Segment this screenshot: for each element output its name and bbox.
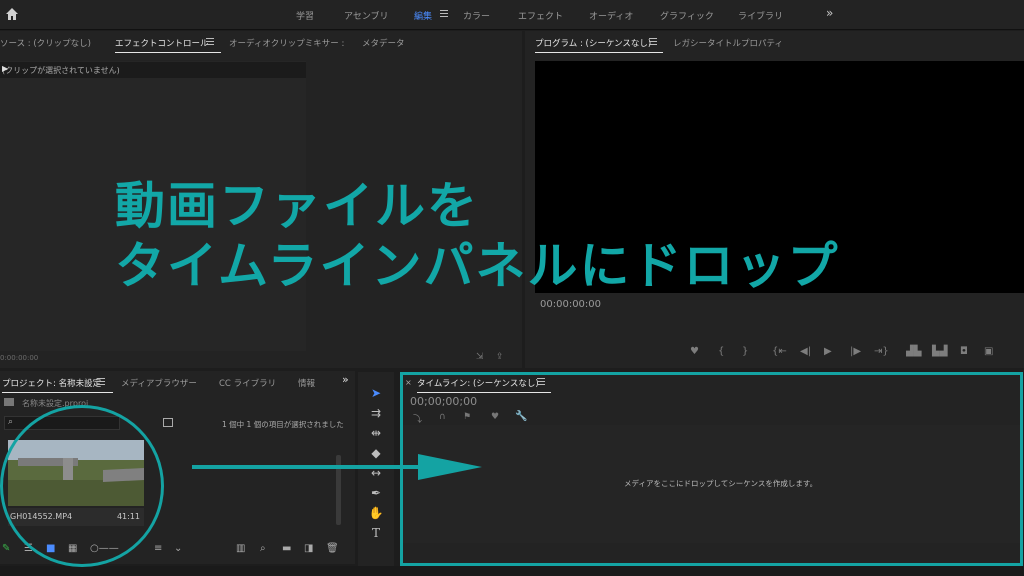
folder-icon	[4, 398, 14, 406]
type-tool-icon[interactable]: T	[368, 525, 384, 541]
pen-tool-icon[interactable]: ✒	[368, 485, 384, 501]
workspace-tab-effects[interactable]: エフェクト	[518, 9, 563, 22]
pencil-icon[interactable]: ✎	[2, 543, 10, 554]
tab-media-browser[interactable]: メディアブラウザー	[121, 377, 197, 389]
workspace-tab-graphics[interactable]: グラフィック	[660, 9, 714, 22]
tab-cc-libraries[interactable]: CC ライブラリ	[219, 377, 276, 389]
clip-highlight-circle	[0, 405, 164, 567]
instruction-line-2: タイムラインパネルにドロップ	[115, 237, 840, 295]
lift-icon[interactable]: ▟▙	[906, 346, 921, 357]
compare-icon[interactable]: ▣	[984, 346, 993, 357]
play-icon[interactable]: ▶	[824, 346, 832, 357]
project-panel-tabs: プロジェクト: 名称未設定 メディアブラウザー CC ライブラリ 情報 »	[0, 371, 355, 393]
tab-metadata[interactable]: メタデータ	[362, 37, 405, 49]
tab-effect-controls[interactable]: エフェクトコントロール	[115, 37, 220, 53]
new-bin-icon[interactable]: ▬	[282, 543, 291, 554]
mark-out-icon[interactable]: }	[742, 346, 748, 357]
home-icon[interactable]	[4, 6, 20, 22]
more-panels-button[interactable]: »	[342, 373, 349, 386]
workspace-bar: 学習 アセンブリ 編集 カラー エフェクト オーディオ グラフィック ライブラリ…	[0, 0, 1024, 30]
find-icon[interactable]: ⌕	[260, 543, 266, 554]
more-workspaces-button[interactable]: »	[826, 6, 833, 20]
play-triangle-icon[interactable]: ▶	[2, 64, 302, 73]
workspace-menu-icon[interactable]	[440, 10, 448, 17]
trash-icon[interactable]: 🗑	[326, 543, 339, 554]
tab-audio-clip-mixer[interactable]: オーディオクリップミキサー :	[229, 37, 344, 49]
effect-controls-header: (クリップが選択されていません) ▶	[0, 62, 306, 78]
status-bar	[0, 566, 1024, 576]
program-timecode: 00:00:00:00	[540, 299, 602, 310]
camera-icon[interactable]: ◘	[960, 346, 968, 357]
tab-info[interactable]: 情報	[298, 377, 315, 389]
panel-menu-icon[interactable]	[206, 38, 214, 45]
workspace-tab-learn[interactable]: 学習	[296, 9, 314, 22]
search-icon: ⌕	[8, 417, 14, 427]
tools-panel: ➤ ⇉ ⇹ ◆ ↔ ✒ ✋ T	[358, 372, 394, 576]
tab-program[interactable]: プログラム : (シーケンスなし)	[535, 37, 664, 53]
step-forward-icon[interactable]: |▶	[850, 346, 861, 357]
workspace-tab-assembly[interactable]: アセンブリ	[344, 9, 389, 22]
chevron-down-icon[interactable]: ⌄	[174, 543, 182, 554]
selection-info: 1 個中 1 個の項目が選択されました	[222, 420, 344, 429]
mark-in-icon[interactable]: {	[718, 346, 724, 357]
workspace-tab-libraries[interactable]: ライブラリ	[738, 9, 783, 22]
export-frame-icon[interactable]: ⇲	[476, 352, 484, 362]
workspace-tab-audio[interactable]: オーディオ	[589, 9, 633, 22]
tab-project[interactable]: プロジェクト: 名称未設定	[2, 377, 114, 393]
workspace-tab-color[interactable]: カラー	[463, 9, 490, 22]
go-to-out-icon[interactable]: ⇥}	[874, 346, 889, 357]
project-menu-icon[interactable]	[97, 378, 105, 385]
selection-tool-icon[interactable]: ➤	[368, 385, 384, 401]
drag-arrow-shaft	[192, 465, 422, 469]
new-search-bin-icon[interactable]	[163, 418, 173, 427]
automate-icon[interactable]: ▥	[236, 543, 245, 554]
tab-source[interactable]: ソース : (クリップなし)	[0, 37, 91, 49]
program-menu-icon[interactable]	[649, 38, 657, 45]
sort-icon[interactable]: ≡	[154, 543, 162, 554]
source-panel-tabs: ソース : (クリップなし) エフェクトコントロール オーディオクリップミキサー…	[0, 31, 522, 53]
source-timecode: 0:00:00:00	[0, 354, 39, 362]
tab-legacy-title-properties[interactable]: レガシータイトルプロパティ	[673, 37, 783, 49]
drag-arrow-head	[418, 454, 482, 480]
razor-tool-icon[interactable]: ◆	[368, 445, 384, 461]
workspace-tab-edit[interactable]: 編集	[414, 9, 432, 22]
add-marker-icon[interactable]: ♥	[690, 346, 699, 357]
go-to-in-icon[interactable]: {⇤	[772, 346, 787, 357]
step-back-icon[interactable]: ◀|	[800, 346, 811, 357]
extract-icon[interactable]: ▙▟	[932, 346, 947, 357]
new-item-icon[interactable]: ◨	[304, 543, 313, 554]
hand-tool-icon[interactable]: ✋	[368, 505, 384, 521]
track-select-tool-icon[interactable]: ⇉	[368, 405, 384, 421]
ripple-edit-tool-icon[interactable]: ⇹	[368, 425, 384, 441]
export-icon[interactable]: ⇪	[496, 352, 504, 362]
timeline-highlight-frame	[400, 372, 1023, 566]
program-panel-tabs: プログラム : (シーケンスなし) レガシータイトルプロパティ	[525, 31, 1024, 53]
